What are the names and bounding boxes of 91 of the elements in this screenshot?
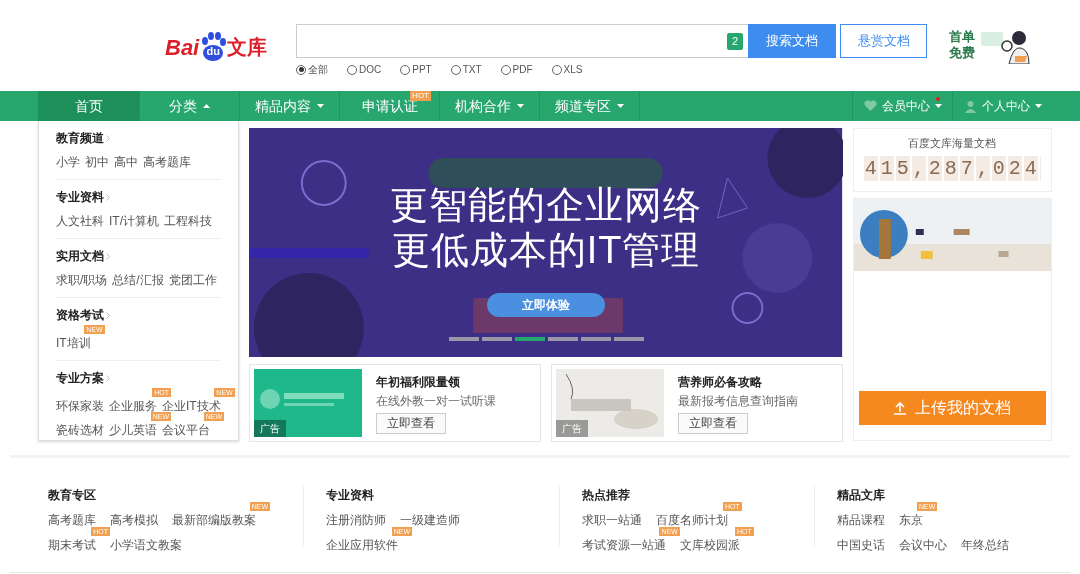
category-link[interactable]: 求职一站通	[581, 513, 642, 527]
paw-icon	[199, 32, 228, 62]
chevron-right-icon	[106, 311, 110, 319]
hot-badge: HOT	[410, 91, 431, 101]
category-link[interactable]: 东京	[899, 513, 924, 527]
footer-heading: 教育专区	[48, 487, 97, 504]
radio-label: XLS	[563, 63, 583, 77]
chevron-right-icon	[106, 193, 110, 201]
category-link[interactable]: 求职/职场	[56, 273, 108, 287]
category-link[interactable]: 一级建造师	[400, 513, 461, 527]
category-title[interactable]: 实用文档	[56, 247, 104, 265]
caret-down-icon	[1034, 104, 1042, 108]
category-link[interactable]: 百度名师计划	[655, 513, 728, 527]
category-link[interactable]: 高考题库	[143, 155, 191, 169]
document-counter: 415,287,024	[863, 155, 1041, 181]
category-link[interactable]: 人文社科	[56, 214, 104, 228]
radio-label: PDF	[512, 63, 533, 77]
category-link[interactable]: 初中	[85, 155, 109, 169]
carousel-indicator[interactable]	[547, 337, 578, 341]
radio-label: TXT	[462, 63, 482, 77]
carousel-indicator[interactable]	[613, 337, 644, 341]
promo-text: 免费	[949, 45, 975, 61]
category-link[interactable]: 高中	[114, 155, 138, 169]
caret-down-icon	[617, 104, 624, 108]
logo-text: Bai	[165, 33, 200, 62]
footer-heading: 热点推荐	[581, 487, 631, 504]
radio-label: PPT	[412, 63, 432, 77]
carousel-indicator[interactable]	[481, 337, 512, 341]
category-link[interactable]: IT/计算机	[109, 214, 159, 228]
promo-text: 首单	[949, 29, 975, 45]
category-link[interactable]: 注册消防师	[326, 513, 387, 527]
category-link[interactable]: 总结/汇报	[112, 273, 164, 287]
category-link[interactable]: IT培训	[56, 336, 91, 350]
category-link[interactable]: 最新部编版教案	[172, 513, 256, 527]
heart-icon	[863, 100, 877, 112]
category-link[interactable]: 环保家装	[56, 399, 104, 413]
banner-headline: 更智能的企业网络	[390, 183, 703, 228]
category-link[interactable]: 精品课程	[837, 513, 886, 527]
reward-button[interactable]: 悬赏文档	[840, 24, 927, 58]
footer-heading: 专业资料	[326, 487, 376, 504]
category-link[interactable]: 工程科技	[164, 214, 212, 228]
category-title[interactable]: 专业资料	[56, 188, 104, 206]
category-link[interactable]: 小学	[56, 155, 80, 169]
ad-title: 年初福利限量领	[376, 373, 461, 391]
chevron-right-icon	[106, 134, 110, 142]
count-badge: 2	[726, 32, 743, 50]
category-link[interactable]: 年终总结	[961, 538, 1010, 552]
banner-headline: 更低成本的IT管理	[391, 228, 701, 273]
logo-text: 文库	[227, 35, 268, 60]
caret-down-icon	[934, 104, 942, 108]
chevron-right-icon	[106, 252, 110, 260]
category-title[interactable]: 资格考试	[56, 306, 104, 324]
category-link[interactable]: 少儿英语	[109, 423, 157, 437]
logo-text: du	[206, 43, 220, 59]
category-link[interactable]: 会议中心	[899, 538, 948, 552]
user-icon	[963, 99, 977, 113]
ad-title: 营养师必备攻略	[678, 373, 763, 391]
ad-subtitle: 最新报考信息查询指南	[678, 392, 799, 410]
radio-label: 全部	[308, 63, 328, 77]
carousel-indicator[interactable]	[580, 337, 611, 341]
category-link[interactable]: 瓷砖选材	[56, 423, 104, 437]
caret-down-icon	[517, 104, 524, 108]
category-link[interactable]: 中国史话	[837, 538, 886, 552]
view-button[interactable]: 立即查看	[678, 412, 749, 434]
carousel-indicator[interactable]	[514, 337, 545, 341]
radio-label: DOC	[359, 63, 382, 77]
category-link[interactable]: 企业服务	[109, 399, 157, 413]
ad-tag: 广告	[254, 420, 287, 437]
nav-tab[interactable]: 首页	[38, 91, 140, 121]
caret-up-icon	[203, 104, 210, 108]
ad-subtitle: 在线外教一对一试听课	[376, 392, 497, 410]
upload-icon	[893, 401, 908, 415]
category-link[interactable]: 企业应用软件	[326, 538, 399, 552]
ad-tag: 广告	[556, 420, 589, 437]
footer-heading: 精品文库	[837, 487, 887, 504]
view-button[interactable]: 立即查看	[376, 412, 447, 434]
category-link[interactable]: 期末考试	[48, 538, 96, 552]
category-title[interactable]: 教育频道	[56, 129, 104, 147]
category-link[interactable]: 党团工作	[168, 273, 217, 287]
category-link[interactable]: 考试资源一站通	[581, 538, 666, 552]
chevron-right-icon	[106, 374, 110, 382]
category-link[interactable]: 高考题库	[48, 513, 96, 527]
stats-title: 百度文库海量文档	[908, 136, 997, 151]
category-link[interactable]: 小学语文教案	[110, 538, 182, 552]
carousel-indicator[interactable]	[448, 337, 479, 341]
category-link[interactable]: 高考模拟	[110, 513, 158, 527]
category-title[interactable]: 专业方案	[56, 369, 104, 387]
category-link[interactable]: 企业IT技术	[162, 399, 221, 413]
category-link[interactable]: 会议平台	[162, 423, 210, 437]
caret-down-icon	[317, 104, 324, 108]
category-link[interactable]: 文库校园派	[679, 538, 740, 552]
